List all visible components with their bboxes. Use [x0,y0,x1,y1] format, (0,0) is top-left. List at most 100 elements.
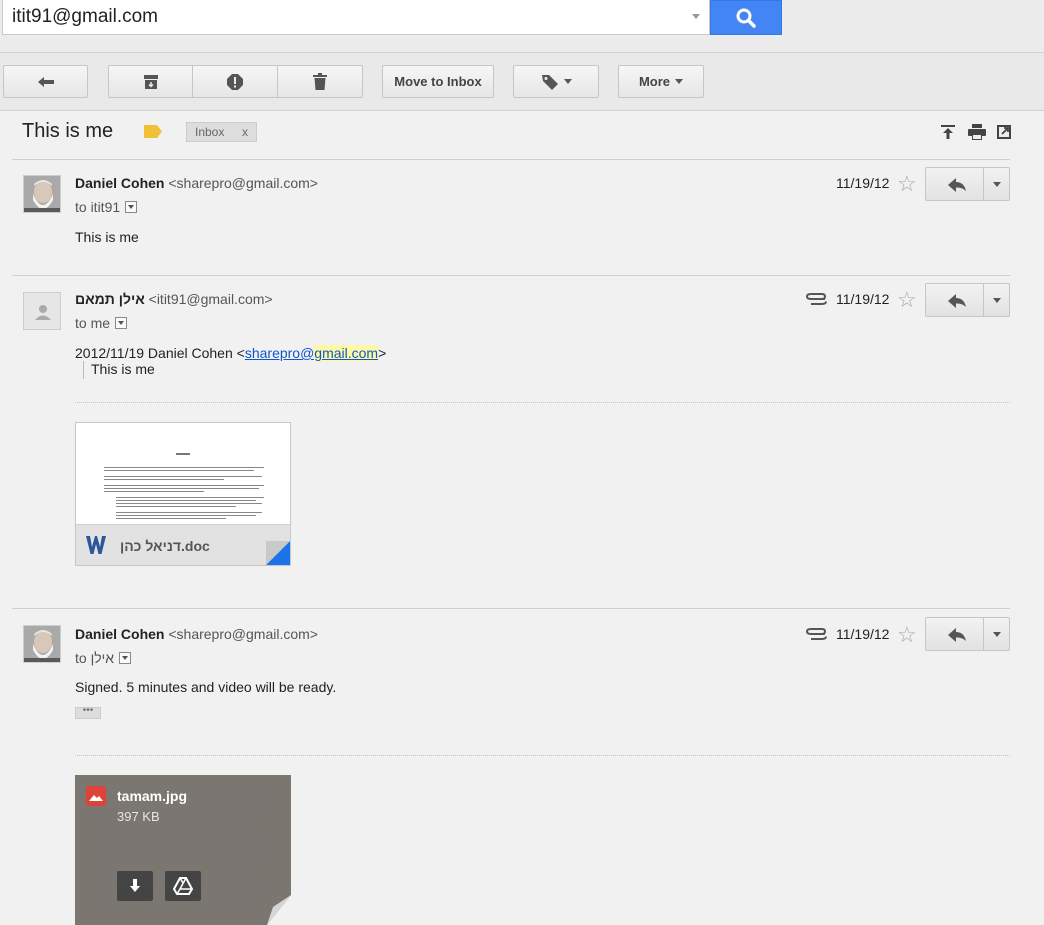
reply-button-group [925,167,1010,201]
drive-icon [172,877,194,895]
reply-icon [948,628,966,642]
message-date: 11/19/12 [836,175,890,191]
attachment-separator [75,402,1010,403]
attachment-separator [75,755,1010,756]
search-options-dropdown[interactable] [692,14,700,19]
sender-name: אילן תמאם [75,291,145,307]
archive-button[interactable] [108,65,193,98]
page-curl-icon [266,541,290,565]
inbox-label-chip: Inbox x [186,122,257,142]
expand-all-icon[interactable] [940,124,956,140]
quote-header-end: > [378,345,387,361]
sender-name: Daniel Cohen [75,175,165,191]
download-icon [130,879,140,892]
attachment-footer: דניאל כהן.doc [76,524,290,565]
recipient-text: to אילן [75,650,115,666]
search-icon [736,8,756,28]
sender-photo [24,626,60,662]
sender-email: <itit91@gmail.com> [148,291,273,307]
avatar [23,625,61,663]
search-input[interactable] [12,5,672,29]
message-item[interactable]: Daniel Cohen <sharepro@gmail.com> to iti… [0,160,1044,275]
attachment-card[interactable]: דניאל כהן.doc [75,422,291,566]
back-arrow-icon [37,76,54,87]
labels-button[interactable] [513,65,599,98]
show-trimmed-content-button[interactable]: ••• [75,706,101,719]
message-date: 11/19/12 [836,291,890,307]
attachment-filename: tamam.jpg [117,788,188,804]
reply-button[interactable] [925,167,984,201]
recipient-line: to me [75,315,128,331]
star-icon[interactable]: ☆ [897,289,917,311]
recipient-text: to itit91 [75,199,121,215]
quoted-email-link[interactable]: sharepro@gmail.com [244,345,379,361]
message-body: This is me [75,229,139,245]
save-to-drive-button[interactable] [165,871,201,901]
email-link-user: sharepro@ [244,345,315,361]
attachment-size: 397 KB [117,809,160,824]
page-curl-icon [267,895,291,925]
attachment-filename: דניאל כהן.doc [120,538,210,554]
importance-marker-icon[interactable] [144,125,162,138]
toolbar: Move to Inbox More [0,53,1044,111]
trash-icon [313,72,327,90]
avatar [23,175,61,213]
reply-button[interactable] [925,283,984,317]
more-actions-dropdown[interactable] [984,617,1010,651]
sender-line: Daniel Cohen <sharepro@gmail.com> [75,175,318,191]
quote-header: 2012/11/19 Daniel Cohen <sharepro@gmail.… [75,345,386,361]
sender-line: Daniel Cohen <sharepro@gmail.com> [75,626,318,642]
document-preview [104,453,264,519]
back-button[interactable] [3,65,88,98]
reply-icon [948,178,966,192]
chevron-down-icon [675,79,684,84]
archive-icon [143,74,158,89]
reply-button-group [925,617,1010,651]
reply-icon [948,294,966,308]
star-icon[interactable]: ☆ [897,624,917,646]
more-button[interactable]: More [618,65,704,98]
move-to-inbox-label: Move to Inbox [394,74,482,89]
attachment-card[interactable]: tamam.jpg 397 KB [75,775,291,925]
reply-button[interactable] [925,617,984,651]
show-details-button[interactable] [125,201,138,213]
sender-email: <sharepro@gmail.com> [168,175,318,191]
star-icon[interactable]: ☆ [897,173,917,195]
sender-photo [24,176,60,212]
print-icon[interactable] [967,124,987,140]
more-actions-dropdown[interactable] [984,283,1010,317]
report-spam-button[interactable] [193,65,278,98]
download-button[interactable] [117,871,153,901]
inbox-label-text: Inbox [195,125,225,139]
delete-button[interactable] [278,65,363,98]
search-button[interactable] [710,0,782,35]
search-field[interactable] [2,0,710,35]
paperclip-icon [805,628,827,640]
quote-header-text: 2012/11/19 Daniel Cohen < [75,345,245,361]
label-tag-icon [541,74,558,90]
recipient-text: to me [75,315,111,331]
recipient-line: to אילן [75,650,132,666]
spam-icon [227,73,243,90]
remove-label-button[interactable]: x [242,125,248,139]
move-to-inbox-button[interactable]: Move to Inbox [382,65,494,98]
recipient-line: to itit91 [75,199,138,215]
show-details-button[interactable] [119,652,132,664]
image-icon [86,786,106,806]
paperclip-icon [805,293,827,305]
new-window-icon[interactable] [996,124,1012,140]
show-details-button[interactable] [115,317,128,329]
message-body: Signed. 5 minutes and video will be read… [75,679,337,695]
more-label: More [638,74,671,89]
email-link-domain: gmail.com [314,345,379,361]
chevron-down-icon [563,79,572,84]
reply-button-group [925,283,1010,317]
word-icon [86,536,106,554]
sender-name: Daniel Cohen [75,626,165,642]
quoted-text: This is me [83,361,155,379]
more-actions-dropdown[interactable] [984,167,1010,201]
sender-email: <sharepro@gmail.com> [168,626,318,642]
sender-line: אילן תמאם <itit91@gmail.com> [75,291,273,307]
thread-subject: This is me [22,120,114,142]
default-avatar-icon [35,305,51,320]
